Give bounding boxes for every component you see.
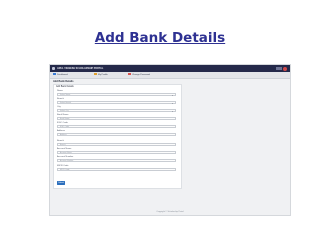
nav-item-change-password[interactable]: Change Password (128, 73, 150, 77)
field-label: IFSC Code (57, 122, 68, 124)
chevron-down-icon: ▾ (171, 110, 173, 113)
address-field[interactable]: Address (57, 133, 176, 136)
app-screenshot: ARUL VIGNESH SCHOLARSHIP PORTAL Dashboar… (49, 64, 291, 216)
field-label: Account Number (57, 156, 74, 158)
field-label: Name (57, 90, 63, 92)
bank-form-panel: Add Bank Details Name Select Name ▾ Branc… (53, 84, 182, 189)
field-label: Bank Name (57, 114, 69, 116)
chevron-down-icon: ▾ (171, 94, 173, 97)
nav-bar: Dashboard My Profile Change Password (50, 72, 290, 79)
chevron-down-icon: ▾ (171, 102, 173, 105)
logo-icon (52, 67, 55, 70)
profile-icon (94, 73, 97, 76)
nav-item-profile[interactable]: My Profile (94, 73, 108, 77)
nav-item-dashboard[interactable]: Dashboard (53, 73, 68, 77)
user-menu[interactable] (276, 67, 282, 70)
bank-name-field[interactable]: Bank Name (57, 117, 176, 120)
footer: Copyright © Scholarship Portal (156, 211, 184, 213)
form-title: Add Bank Details (56, 86, 74, 88)
account-number-field[interactable]: Account Number (57, 159, 176, 162)
ifsc-field[interactable]: IFSC Code (57, 125, 176, 128)
lock-icon (128, 73, 131, 76)
dashboard-icon (53, 73, 56, 76)
avatar[interactable] (283, 66, 287, 71)
account-name-field[interactable]: Account Name (57, 151, 176, 154)
slide-title: Add Bank Details (94, 30, 226, 46)
field-label: Address (57, 130, 66, 132)
field-label: City (57, 106, 61, 108)
submit-button[interactable]: Submit (57, 181, 65, 185)
field-label: Branch (57, 140, 64, 142)
breadcrumb: Add Bank Details (53, 80, 74, 83)
branch-select[interactable]: Select Branch ▾ (57, 101, 176, 105)
app-brand: ARUL VIGNESH SCHOLARSHIP PORTAL (57, 67, 104, 70)
field-label: Account Name (57, 148, 72, 150)
micr-field[interactable]: MICR Code (57, 168, 176, 171)
field-label: MICR Code (57, 165, 69, 167)
name-select[interactable]: Select Name ▾ (57, 93, 176, 97)
top-bar: ARUL VIGNESH SCHOLARSHIP PORTAL (50, 65, 290, 72)
branch-field[interactable]: Branch (57, 143, 176, 146)
field-label: Branch (57, 98, 64, 100)
city-select[interactable]: Select City ▾ (57, 109, 176, 113)
